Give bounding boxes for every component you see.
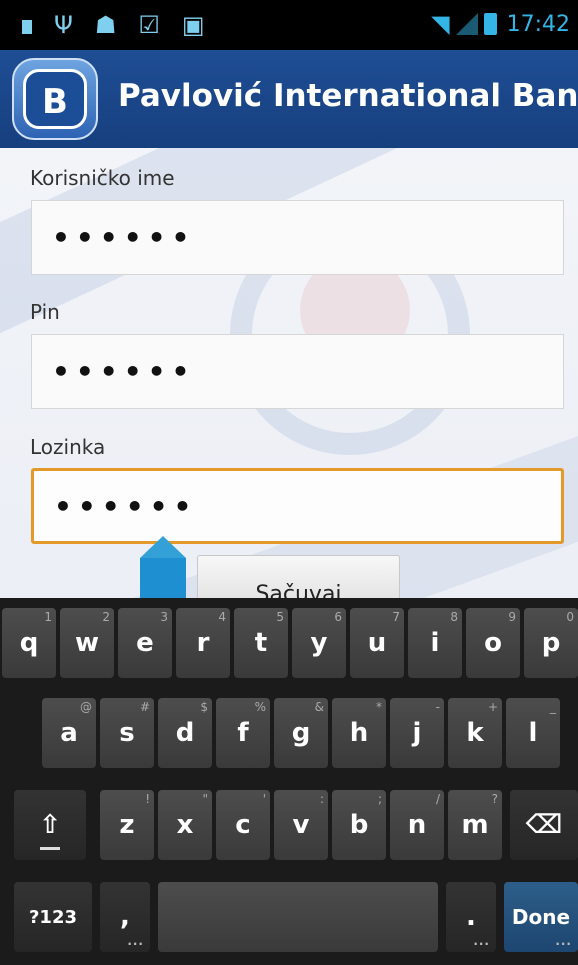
key-p[interactable]: p0 <box>524 608 578 678</box>
pin-value: •••••• <box>52 355 196 388</box>
key-backspace[interactable]: ⌫ <box>510 790 578 860</box>
username-label: Korisničko ime <box>30 166 175 190</box>
key-n[interactable]: n / <box>390 790 444 860</box>
app-title: Pavlović International Bank <box>118 78 578 114</box>
key-l[interactable]: l _ <box>506 698 560 768</box>
key-i[interactable]: i8 <box>408 608 462 678</box>
key-space[interactable] <box>158 882 438 952</box>
signal-icon <box>455 13 478 35</box>
key-k[interactable]: k + <box>448 698 502 768</box>
key-z[interactable]: z! <box>100 790 154 860</box>
wifi-icon: ◥ <box>431 10 450 38</box>
password-value: •••••• <box>54 489 198 523</box>
key-r[interactable]: r4 <box>176 608 230 678</box>
key-j[interactable]: j- <box>390 698 444 768</box>
notification-icon <box>22 20 32 34</box>
username-value: •••••• <box>52 221 196 254</box>
status-time: 17:42 <box>506 11 570 37</box>
pin-label: Pin <box>30 300 60 324</box>
bank-logo[interactable]: B <box>12 58 98 140</box>
key-period[interactable]: .... <box>446 882 496 952</box>
key-h[interactable]: h * <box>332 698 386 768</box>
key-b[interactable]: b; <box>332 790 386 860</box>
key-q[interactable]: q1 <box>2 608 56 678</box>
key-t[interactable]: t5 <box>234 608 288 678</box>
username-field[interactable]: •••••• <box>31 200 564 275</box>
text-cursor-handle[interactable] <box>140 536 186 604</box>
key-v[interactable]: v: <box>274 790 328 860</box>
key-o[interactable]: o9 <box>466 608 520 678</box>
shift-icon: ⇧ <box>39 810 61 840</box>
key-u[interactable]: u7 <box>350 608 404 678</box>
action-bar: B Pavlović International Bank <box>0 50 578 148</box>
pin-field[interactable]: •••••• <box>31 334 564 409</box>
password-label: Lozinka <box>30 435 106 459</box>
backspace-icon: ⌫ <box>525 810 563 840</box>
key-y[interactable]: y6 <box>292 608 346 678</box>
android-debug-icon: ☗ <box>94 11 117 39</box>
key-done[interactable]: Done... <box>504 882 578 952</box>
usb-icon: Ψ <box>54 11 73 39</box>
key-comma[interactable]: ,... <box>100 882 150 952</box>
key-symbols[interactable]: ?123 <box>14 882 92 952</box>
key-f[interactable]: f% <box>216 698 270 768</box>
key-s[interactable]: s # <box>100 698 154 768</box>
key-a[interactable]: a @ <box>42 698 96 768</box>
password-field[interactable]: •••••• <box>31 468 564 544</box>
key-m[interactable]: m? <box>448 790 502 860</box>
shopping-bag-check-icon: ☑ <box>138 11 160 39</box>
shopping-bag-icon: ▣ <box>181 11 205 39</box>
battery-charging-icon <box>483 13 497 35</box>
soft-keyboard: q1 w2 e3 r4 t5 y6 u7 i8 o9 p0 a @ s # d $ f… <box>0 598 578 965</box>
key-shift[interactable]: ⇧ <box>14 790 86 860</box>
bank-logo-mark: B <box>23 69 87 129</box>
status-bar: Ψ ☗ ☑ ▣ ◥ 17:42 <box>0 0 578 50</box>
key-x[interactable]: x " <box>158 790 212 860</box>
key-e[interactable]: e3 <box>118 608 172 678</box>
key-c[interactable]: c ' <box>216 790 270 860</box>
key-g[interactable]: g & <box>274 698 328 768</box>
key-w[interactable]: w2 <box>60 608 114 678</box>
key-d[interactable]: d $ <box>158 698 212 768</box>
